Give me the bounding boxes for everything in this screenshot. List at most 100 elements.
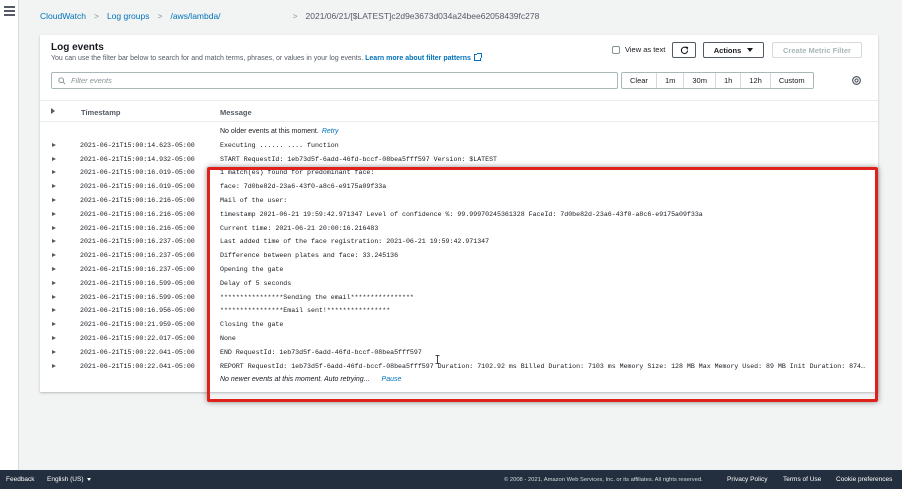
copyright-text: © 2008 - 2021, Amazon Web Services, Inc.… <box>504 476 703 483</box>
log-event-timestamp: 2021-06-21T15:00:16.019-05:00 <box>80 169 195 177</box>
time-clear-button[interactable]: Clear <box>622 73 657 88</box>
expand-row-icon[interactable] <box>52 280 56 285</box>
pause-link[interactable]: Pause <box>382 376 402 383</box>
log-event-row[interactable]: 2021-06-21T15:00:14.623-05:00 Executing .… <box>40 139 878 153</box>
expand-row-icon[interactable] <box>52 170 56 175</box>
log-event-timestamp: 2021-06-21T15:00:16.599-05:00 <box>80 293 195 301</box>
breadcrumb-separator: > <box>292 11 298 21</box>
retry-link[interactable]: Retry <box>322 128 339 135</box>
actions-button[interactable]: Actions <box>703 42 764 58</box>
language-label: English (US) <box>47 476 84 483</box>
expand-row-icon[interactable] <box>52 266 56 271</box>
settings-icon[interactable] <box>851 75 862 86</box>
log-event-row[interactable]: 2021-06-21T15:00:22.041-05:00 REPORT Requ… <box>40 360 878 374</box>
breadcrumb: CloudWatch > Log groups > /aws/lambda/ >… <box>40 11 539 21</box>
expand-row-icon[interactable] <box>52 363 56 368</box>
time-1m-button[interactable]: 1m <box>657 73 685 88</box>
expand-row-icon[interactable] <box>52 184 56 189</box>
expand-all-icon[interactable] <box>51 108 55 114</box>
column-header-timestamp[interactable]: Timestamp <box>81 108 120 117</box>
no-older-events-text: No older events at this moment. <box>220 128 319 135</box>
expand-row-icon[interactable] <box>52 225 56 230</box>
log-event-timestamp: 2021-06-21T15:00:16.237-05:00 <box>80 238 195 246</box>
expand-row-icon[interactable] <box>52 349 56 354</box>
log-event-row[interactable]: 2021-06-21T15:00:16.216-05:00 timestamp 2… <box>40 208 878 222</box>
create-metric-filter-button[interactable]: Create Metric Filter <box>772 42 862 58</box>
log-event-timestamp: 2021-06-21T15:00:16.956-05:00 <box>80 307 195 315</box>
log-event-message: timestamp 2021-06-21 19:59:42.971347 Lev… <box>220 210 703 218</box>
log-event-row[interactable]: 2021-06-21T15:00:16.237-05:00 Opening the… <box>40 263 878 277</box>
view-as-text-checkbox[interactable] <box>612 45 620 54</box>
log-event-message: Opening the gate <box>220 265 284 273</box>
breadcrumb-cloudwatch[interactable]: CloudWatch <box>40 11 86 21</box>
log-event-row[interactable]: 2021-06-21T15:00:16.237-05:00 Difference … <box>40 249 878 263</box>
language-selector[interactable]: English (US) <box>47 476 92 483</box>
expand-row-icon[interactable] <box>52 308 56 313</box>
breadcrumb-separator: > <box>93 11 99 21</box>
expand-row-icon[interactable] <box>52 294 56 299</box>
time-12h-button[interactable]: 12h <box>741 73 771 88</box>
log-event-row[interactable]: 2021-06-21T15:00:16.599-05:00 ***********… <box>40 291 878 305</box>
breadcrumb-current: 2021/06/21/[$LATEST]c2d9e3673d034a24bee6… <box>305 11 540 21</box>
log-event-timestamp: 2021-06-21T15:00:16.216-05:00 <box>80 224 195 232</box>
expand-row-icon[interactable] <box>52 197 56 202</box>
log-event-message: Delay of 5 seconds <box>220 279 292 287</box>
log-event-timestamp: 2021-06-21T15:00:22.041-05:00 <box>80 348 195 356</box>
no-newer-events-row: No newer events at this moment. Auto ret… <box>40 373 878 387</box>
caret-down-icon <box>747 48 754 52</box>
menu-icon[interactable] <box>4 6 15 16</box>
actions-label: Actions <box>713 45 742 55</box>
breadcrumb-log-group[interactable]: /aws/lambda/ <box>170 11 220 21</box>
external-link-icon <box>473 53 482 61</box>
log-event-row[interactable]: 2021-06-21T15:00:16.599-05:00 Delay of 5 … <box>40 277 878 291</box>
privacy-policy-link[interactable]: Privacy Policy <box>727 476 767 483</box>
filter-events-input[interactable]: Filter events <box>51 72 618 89</box>
log-event-row[interactable]: 2021-06-21T15:00:16.216-05:00 Current tim… <box>40 222 878 236</box>
expand-row-icon[interactable] <box>52 253 56 258</box>
cookie-preferences-link[interactable]: Cookie preferences <box>836 476 892 483</box>
search-icon <box>58 76 66 85</box>
log-event-message: Executing ...... .... function <box>220 141 339 149</box>
description-text: You can use the filter bar below to sear… <box>51 55 364 62</box>
log-event-timestamp: 2021-06-21T15:00:22.041-05:00 <box>80 362 195 370</box>
expand-row-icon[interactable] <box>52 239 56 244</box>
log-event-message: 1 match(es) found for predominant face: <box>220 169 375 177</box>
expand-row-icon[interactable] <box>52 156 56 161</box>
time-30m-button[interactable]: 30m <box>684 73 716 88</box>
log-event-message: ****************Email sent!*************… <box>220 307 391 315</box>
log-event-timestamp: 2021-06-21T15:00:16.599-05:00 <box>80 279 195 287</box>
log-event-message: Closing the gate <box>220 321 284 329</box>
log-event-timestamp: 2021-06-21T15:00:16.237-05:00 <box>80 265 195 273</box>
terms-of-use-link[interactable]: Terms of Use <box>783 476 821 483</box>
log-event-message: END RequestId: 1eb73d5f-6add-46fd-bccf-0… <box>220 348 422 356</box>
expand-row-icon[interactable] <box>52 142 56 147</box>
log-event-row[interactable]: 2021-06-21T15:00:22.041-05:00 END Request… <box>40 346 878 360</box>
log-event-row[interactable]: 2021-06-21T15:00:16.019-05:00 face: 7d0be… <box>40 180 878 194</box>
breadcrumb-log-groups[interactable]: Log groups <box>107 11 150 21</box>
log-event-message: Difference between plates and face: 33.2… <box>220 252 399 260</box>
log-event-row[interactable]: 2021-06-21T15:00:16.216-05:00 Mail of the… <box>40 194 878 208</box>
log-event-message: START RequestId: 1eb73d5f-6add-46fd-bccf… <box>220 155 497 163</box>
learn-more-link[interactable]: Learn more about filter patterns <box>365 53 482 62</box>
log-event-row[interactable]: 2021-06-21T15:00:22.017-05:00 None <box>40 332 878 346</box>
expand-row-icon[interactable] <box>52 211 56 216</box>
view-as-text-toggle[interactable]: View as text <box>612 45 665 54</box>
log-event-timestamp: 2021-06-21T15:00:16.237-05:00 <box>80 252 195 260</box>
text-cursor-icon <box>435 355 440 364</box>
log-event-message: ****************Sending the email*******… <box>220 293 414 301</box>
expand-row-icon[interactable] <box>52 322 56 327</box>
footer: Feedback English (US) © 2008 - 2021, Ama… <box>0 470 902 489</box>
column-header-message: Message <box>220 108 252 117</box>
log-event-row[interactable]: 2021-06-21T15:00:16.237-05:00 Last added … <box>40 235 878 249</box>
expand-row-icon[interactable] <box>52 335 56 340</box>
time-custom-button[interactable]: Custom <box>771 73 813 88</box>
log-event-row[interactable]: 2021-06-21T15:00:14.932-05:00 START Reque… <box>40 153 878 167</box>
filter-placeholder: Filter events <box>71 76 112 85</box>
refresh-button[interactable] <box>672 42 696 58</box>
time-1h-button[interactable]: 1h <box>716 73 742 88</box>
log-event-timestamp: 2021-06-21T15:00:14.623-05:00 <box>80 141 195 149</box>
log-event-row[interactable]: 2021-06-21T15:00:16.019-05:00 1 match(es)… <box>40 166 878 180</box>
log-event-row[interactable]: 2021-06-21T15:00:16.956-05:00 ***********… <box>40 304 878 318</box>
log-event-row[interactable]: 2021-06-21T15:00:21.959-05:00 Closing the… <box>40 318 878 332</box>
feedback-link[interactable]: Feedback <box>6 476 35 483</box>
